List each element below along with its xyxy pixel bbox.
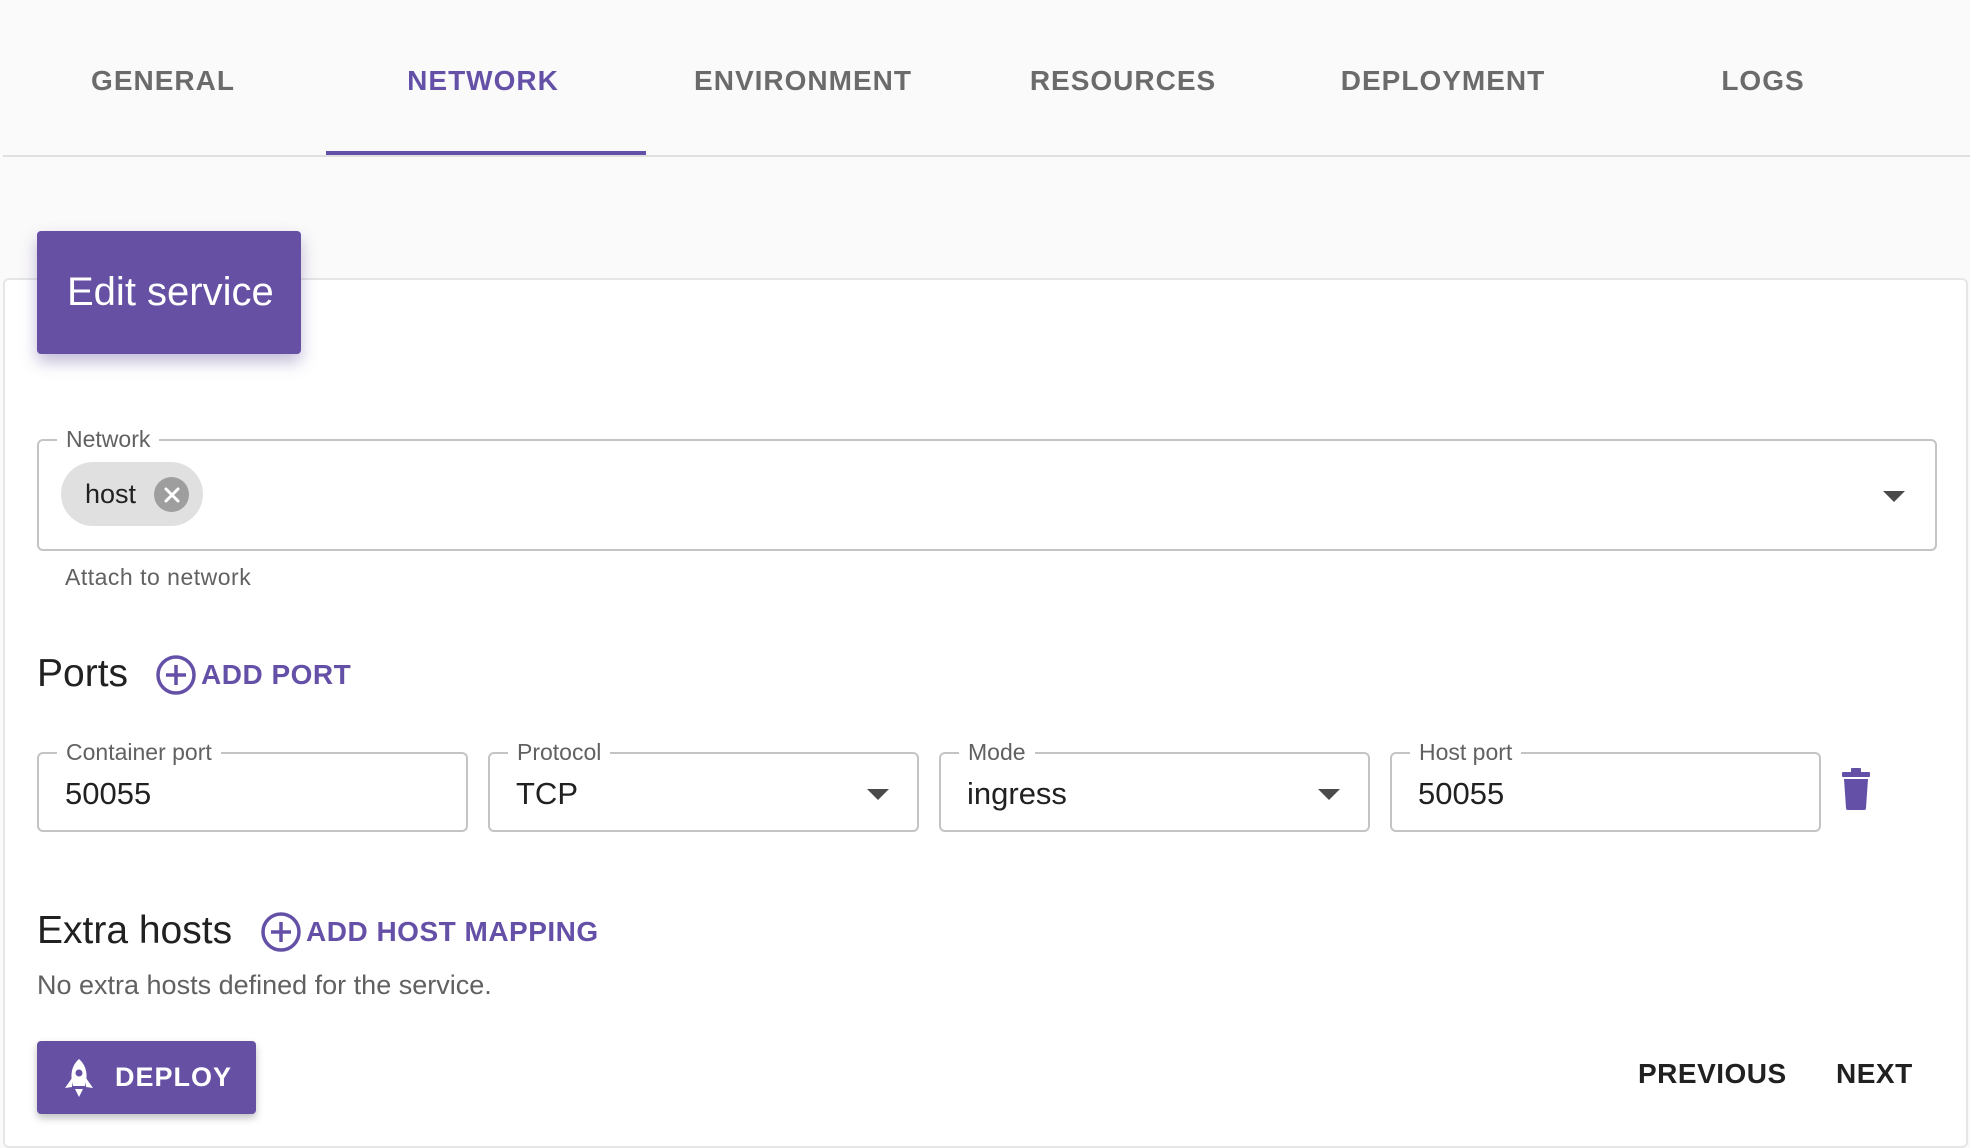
ports-title: Ports bbox=[37, 652, 129, 695]
rocket-icon bbox=[65, 1058, 93, 1097]
mode-value: ingress bbox=[967, 776, 1067, 811]
add-host-mapping-button[interactable]: ADD HOST MAPPING bbox=[260, 911, 599, 953]
delete-icon[interactable] bbox=[1841, 768, 1871, 810]
container-port-field[interactable]: Container port 50055 bbox=[37, 737, 468, 832]
add-port-label: ADD PORT bbox=[201, 659, 352, 690]
host-port-value: 50055 bbox=[1418, 776, 1505, 811]
card-title: Edit service bbox=[37, 231, 301, 354]
tab-deployment[interactable]: DEPLOYMENT bbox=[1283, 0, 1603, 157]
tab-resources[interactable]: RESOURCES bbox=[963, 0, 1283, 157]
add-port-button[interactable]: ADD PORT bbox=[155, 654, 351, 696]
tab-general[interactable]: GENERAL bbox=[3, 0, 323, 157]
host-port-label: Host port bbox=[1410, 737, 1522, 767]
protocol-select[interactable]: Protocol TCP bbox=[488, 737, 919, 832]
protocol-value: TCP bbox=[516, 776, 578, 811]
container-port-label: Container port bbox=[57, 737, 221, 767]
deploy-button[interactable]: DEPLOY bbox=[37, 1041, 256, 1114]
tab-network[interactable]: NETWORK bbox=[323, 0, 643, 157]
active-tab-indicator bbox=[326, 151, 646, 155]
add-circle-icon bbox=[261, 912, 301, 952]
network-chip[interactable]: host bbox=[61, 462, 203, 526]
mode-label: Mode bbox=[959, 737, 1035, 767]
add-circle-icon bbox=[156, 655, 196, 695]
network-label: Network bbox=[57, 424, 160, 454]
chevron-down-icon[interactable] bbox=[1883, 491, 1905, 502]
add-host-mapping-label: ADD HOST MAPPING bbox=[306, 916, 599, 947]
deploy-label: DEPLOY bbox=[115, 1062, 233, 1092]
chip-remove-icon[interactable] bbox=[154, 477, 189, 512]
network-select[interactable]: Network host bbox=[37, 424, 1937, 551]
tab-environment[interactable]: ENVIRONMENT bbox=[643, 0, 963, 157]
edit-service-card bbox=[3, 278, 1968, 1148]
network-helper-text: Attach to network bbox=[65, 564, 252, 590]
chevron-down-icon[interactable] bbox=[867, 789, 889, 800]
host-port-field[interactable]: Host port 50055 bbox=[1390, 737, 1821, 832]
protocol-label: Protocol bbox=[508, 737, 611, 767]
mode-select[interactable]: Mode ingress bbox=[939, 737, 1370, 832]
tab-bar: GENERAL NETWORK ENVIRONMENT RESOURCES DE… bbox=[3, 0, 1970, 157]
network-chip-label: host bbox=[85, 478, 137, 509]
extra-hosts-empty-text: No extra hosts defined for the service. bbox=[37, 970, 492, 1000]
next-button[interactable]: NEXT bbox=[1836, 1058, 1913, 1090]
extra-hosts-title: Extra hosts bbox=[37, 909, 233, 952]
tab-logs[interactable]: LOGS bbox=[1603, 0, 1923, 157]
previous-button[interactable]: PREVIOUS bbox=[1638, 1058, 1787, 1090]
container-port-value: 50055 bbox=[65, 776, 152, 811]
chevron-down-icon[interactable] bbox=[1318, 789, 1340, 800]
